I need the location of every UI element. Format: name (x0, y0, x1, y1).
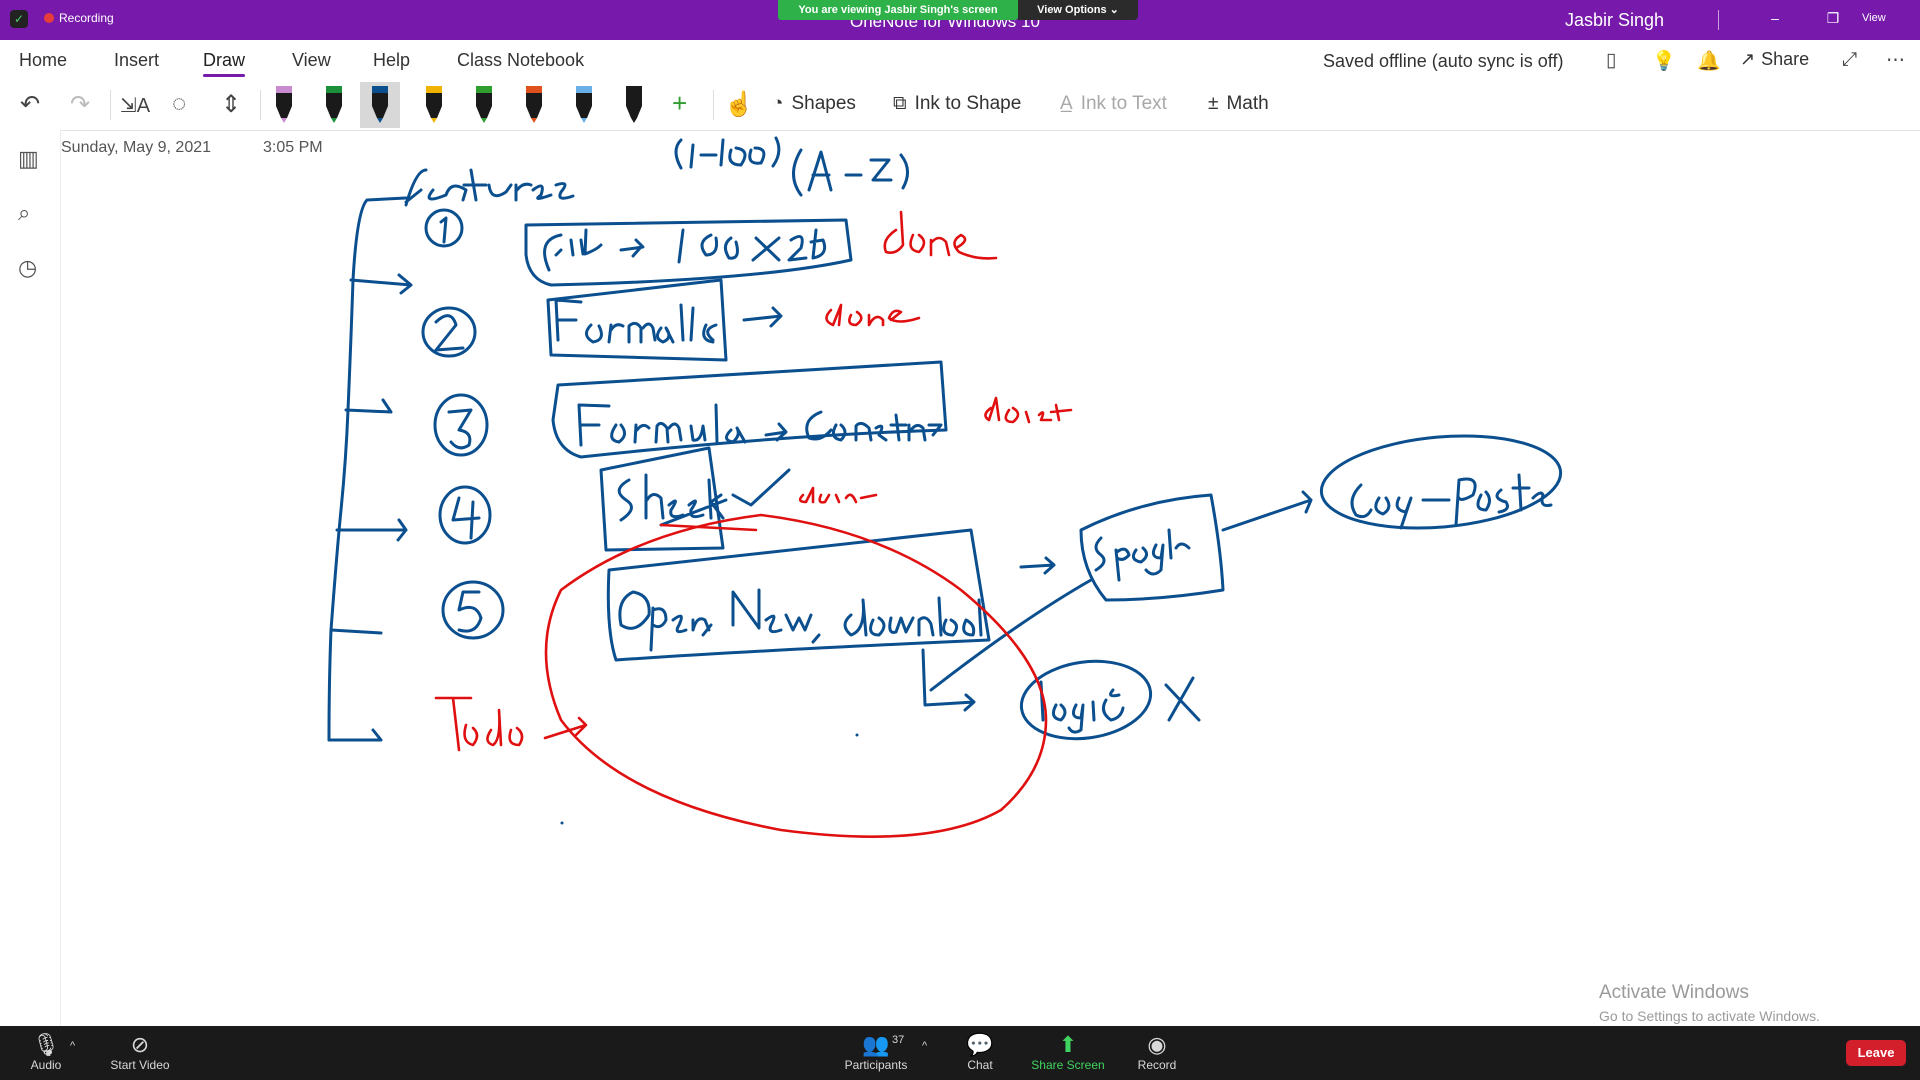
activate-windows-title: Activate Windows (1599, 982, 1749, 1003)
tab-help[interactable]: Help (373, 50, 410, 71)
toolbar-divider (260, 90, 261, 120)
ink-to-shape-label: Ink to Shape (914, 93, 1022, 114)
chat-icon: 💬 (966, 1032, 994, 1057)
pen-3-selected[interactable] (360, 82, 400, 128)
viewing-banner: You are viewing Jasbir Singh's screen (778, 0, 1018, 20)
add-space-icon[interactable]: ⇕ (221, 90, 241, 119)
draw-toolbar: ↶ ↷ ⇲A ◌ ⇕ + ☝ ◔ Shapes ⧉ Ink to Shape A… (0, 80, 1920, 131)
ink-to-text-icon: A̲ (1060, 93, 1073, 114)
participants-count: 37 (892, 1034, 905, 1046)
record-button[interactable]: ◉ Record (1132, 1032, 1182, 1072)
share-screen-icon: ⬆ (1058, 1032, 1078, 1057)
chat-button[interactable]: 💬 Chat (960, 1032, 1000, 1072)
pen-2[interactable] (314, 82, 354, 128)
share-icon: ↗ (1740, 49, 1756, 69)
participants-label: Participants (844, 1058, 908, 1072)
pen-1[interactable] (264, 82, 304, 128)
search-icon[interactable]: ⌕ (18, 200, 30, 226)
security-shield-icon[interactable]: ✓ (10, 10, 28, 28)
pen-icon (526, 86, 542, 123)
share-label: Share (1761, 49, 1810, 69)
record-icon: ◉ (1147, 1032, 1167, 1057)
start-video-label: Start Video (110, 1058, 170, 1072)
titlebar-divider (1718, 10, 1719, 30)
touch-draw-icon[interactable]: ☝ (724, 90, 754, 119)
leave-button[interactable]: Leave (1846, 1040, 1906, 1066)
pen-icon (476, 86, 492, 123)
audio-button[interactable]: 🎙 Audio (26, 1032, 66, 1072)
toolbar-divider (713, 90, 714, 120)
microphone-icon: 🎙 (32, 1032, 60, 1057)
pen-8[interactable] (614, 82, 654, 128)
tab-insert[interactable]: Insert (114, 50, 159, 71)
toolbar-divider (110, 90, 111, 120)
pen-icon (276, 86, 292, 123)
recording-indicator[interactable]: Recording (44, 11, 114, 25)
restore-icon[interactable]: ❐ (1818, 10, 1848, 27)
pen-icon (426, 86, 442, 123)
participants-chevron-icon[interactable]: ^ (922, 1040, 927, 1052)
share-screen-label: Share Screen (1031, 1058, 1105, 1072)
pen-icon (372, 86, 388, 123)
shapes-button[interactable]: ◔ Shapes (772, 93, 856, 115)
audio-label: Audio (30, 1058, 62, 1072)
activate-windows-subtitle: Go to Settings to activate Windows. (1599, 1008, 1820, 1024)
user-name[interactable]: Jasbir Singh (1565, 10, 1664, 31)
shapes-icon: ◔ (772, 93, 784, 114)
participants-button[interactable]: 👥 Participants (834, 1032, 918, 1072)
left-nav: ▥ ⌕ ◷ (0, 130, 61, 1026)
minimize-icon[interactable]: – (1760, 10, 1790, 26)
video-off-icon: ⊘ (130, 1032, 150, 1057)
ink-to-shape-icon: ⧉ (893, 93, 907, 114)
ink-to-text-label: Ink to Text (1080, 93, 1167, 114)
tab-class-notebook[interactable]: Class Notebook (457, 50, 584, 71)
recent-clock-icon[interactable]: ◷ (18, 255, 37, 281)
notebook-icon[interactable]: ▯ (1606, 49, 1616, 72)
sync-status: Saved offline (auto sync is off) (1323, 51, 1564, 71)
lightbulb-icon[interactable]: 💡 (1652, 49, 1676, 73)
ink-to-shape-button[interactable]: ⧉ Ink to Shape (893, 93, 1021, 115)
audio-options-chevron-icon[interactable]: ^ (70, 1040, 75, 1052)
participants-icon: 👥 (862, 1032, 890, 1057)
view-options-button[interactable]: View Options ⌄ (1018, 0, 1138, 20)
pen-4[interactable] (414, 82, 454, 128)
share-screen-button[interactable]: ⬆ Share Screen (1030, 1032, 1106, 1072)
zoom-view-button[interactable]: View (1862, 12, 1886, 24)
pen-6[interactable] (514, 82, 554, 128)
math-label: Math (1226, 93, 1269, 114)
shapes-label: Shapes (791, 93, 856, 114)
handwritten-ink[interactable] (61, 130, 1920, 1026)
type-select-icon[interactable]: ⇲A (120, 93, 150, 118)
record-label: Record (1137, 1058, 1177, 1072)
ink-to-text-button[interactable]: A̲ Ink to Text (1060, 93, 1167, 115)
meeting-controls-bar: 🎙 Audio ^ ⊘ Start Video 👥 Participants 3… (0, 1026, 1920, 1080)
pen-icon (326, 86, 342, 123)
note-page[interactable]: Sunday, May 9, 2021 3:05 PM Activate Win… (61, 130, 1920, 1026)
tab-home[interactable]: Home (19, 50, 67, 71)
fullscreen-icon[interactable]: ⤢ (1842, 49, 1857, 71)
lasso-select-icon[interactable]: ◌ (172, 90, 186, 118)
share-button[interactable]: ↗ Share (1740, 49, 1809, 70)
recording-label: Recording (59, 11, 114, 25)
tab-view[interactable]: View (292, 50, 331, 71)
chat-label: Chat (967, 1058, 993, 1072)
math-icon: ± (1208, 93, 1219, 114)
notebooks-icon[interactable]: ▥ (18, 146, 39, 172)
pen-7[interactable] (564, 82, 604, 128)
undo-icon[interactable]: ↶ (20, 90, 40, 119)
title-bar: ✓ Recording OneNote for Windows 10 You a… (0, 0, 1920, 40)
start-video-button[interactable]: ⊘ Start Video (100, 1032, 180, 1072)
redo-icon[interactable]: ↷ (70, 90, 90, 119)
bell-icon[interactable]: 🔔 (1697, 49, 1721, 73)
pen-icon (576, 86, 592, 123)
activate-windows-watermark: Activate Windows Go to Settings to activ… (1599, 982, 1820, 1024)
pen-5[interactable] (464, 82, 504, 128)
pen-icon (626, 86, 642, 123)
add-pen-icon[interactable]: + (672, 88, 687, 119)
recording-dot-icon (44, 13, 54, 23)
math-button[interactable]: ± Math (1208, 93, 1269, 115)
more-options-icon[interactable]: ⋯ (1886, 49, 1905, 72)
ribbon-tabs: Home Insert Draw View Help Class Noteboo… (0, 40, 1920, 80)
tab-draw[interactable]: Draw (203, 50, 246, 77)
